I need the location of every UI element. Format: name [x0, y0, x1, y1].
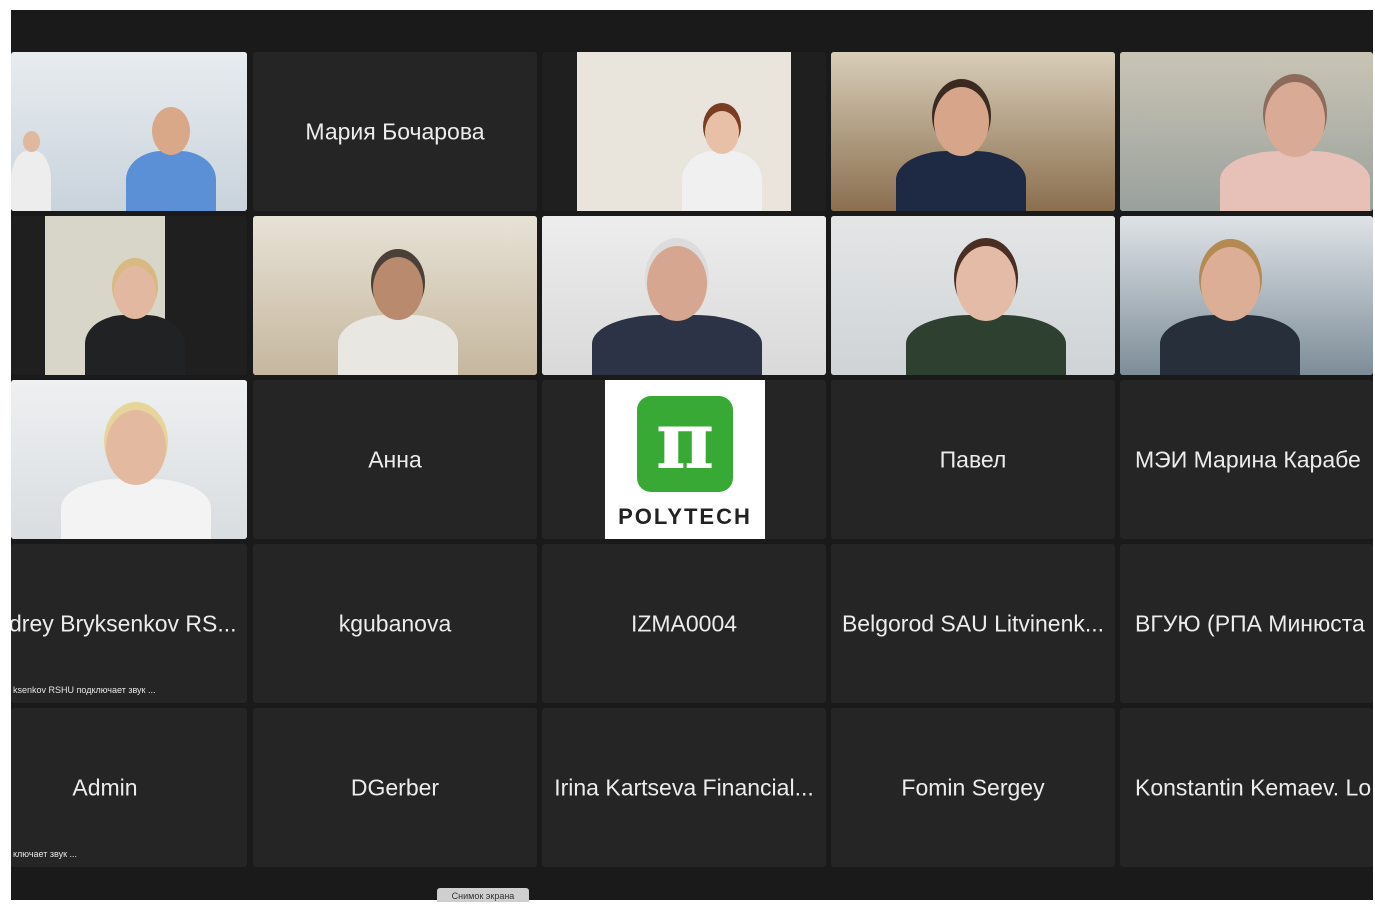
participant-tile-video[interactable]: [831, 216, 1115, 375]
participant-name: Павел: [939, 446, 1007, 472]
participant-tile[interactable]: ВГУЮ (РПА Минюста: [1120, 544, 1373, 703]
participant-name: Fomin Sergey: [901, 774, 1045, 800]
participant-head: [106, 410, 166, 485]
participant-tile-video[interactable]: [542, 52, 826, 211]
participant-tile[interactable]: Анна: [253, 380, 537, 539]
participant-tile[interactable]: Belgorod SAU Litvinenk...: [831, 544, 1115, 703]
participant-tile[interactable]: Admin ключает звук ...: [11, 708, 247, 867]
participant-tile[interactable]: Irina Kartseva Financial...: [542, 708, 826, 867]
polytech-logo: π POLYTECH: [605, 380, 765, 539]
participant-head: [152, 107, 190, 155]
participant-name: ВГУЮ (РПА Минюста: [1135, 610, 1365, 636]
participant-name: Belgorod SAU Litvinenk...: [841, 610, 1105, 636]
participant-tile[interactable]: Мария Бочарова: [253, 52, 537, 211]
participant-figure: [896, 151, 1026, 211]
video-feed: [831, 52, 1115, 211]
video-feed: [45, 216, 185, 375]
video-feed: [253, 216, 537, 375]
participant-tile[interactable]: DGerber: [253, 708, 537, 867]
participant-figure: [61, 479, 211, 539]
participant-head: [1201, 247, 1260, 321]
participant-name: МЭИ Марина Карабе: [1135, 446, 1361, 472]
participant-head: [647, 246, 707, 321]
participant-tile-video[interactable]: [831, 52, 1115, 211]
participant-name: Мария Бочарова: [305, 118, 485, 144]
audio-status-label: ключает звук ...: [13, 849, 78, 859]
participant-name: kgubanova: [338, 610, 452, 636]
participant-tile-video[interactable]: [11, 216, 247, 375]
participant-name: Irina Kartseva Financial...: [554, 774, 814, 800]
participant-figure: [11, 151, 51, 211]
participant-head: [23, 131, 40, 152]
audio-status-label: ksenkov RSHU подключает звук ...: [13, 685, 156, 695]
pi-symbol: π: [655, 393, 715, 487]
participant-head: [934, 87, 989, 156]
participant-head: [956, 246, 1016, 321]
participant-grid: Мария Бочарова Анна π POLYTECH Павел МЭИ Мари…: [11, 52, 1373, 872]
meeting-window: Мария Бочарова Анна π POLYTECH Павел МЭИ Мари…: [11, 10, 1373, 900]
participant-head: [373, 257, 423, 320]
video-feed: [1120, 216, 1373, 375]
participant-tile-video[interactable]: [253, 216, 537, 375]
participant-figure: [592, 315, 762, 375]
participant-tile[interactable]: Konstantin Kemaev. Lo: [1120, 708, 1373, 867]
participant-name: drey Bryksenkov RS...: [11, 610, 237, 636]
polytech-logo-text: POLYTECH: [618, 504, 752, 529]
top-bar: [11, 10, 1373, 50]
participant-figure: [682, 151, 762, 211]
participant-tile-video[interactable]: [11, 52, 247, 211]
participant-name: DGerber: [350, 774, 440, 800]
participant-figure: [1220, 151, 1370, 211]
polytech-logo-mark: π: [637, 396, 733, 492]
participant-tile-video[interactable]: [542, 216, 826, 375]
screenshot-tooltip: Снимок экрана: [437, 888, 529, 902]
participant-figure: [906, 315, 1066, 375]
video-feed: [11, 52, 247, 211]
participant-tile[interactable]: IZMA0004: [542, 544, 826, 703]
participant-tile[interactable]: Павел: [831, 380, 1115, 539]
participant-head: [705, 111, 739, 154]
participant-tile[interactable]: Fomin Sergey: [831, 708, 1115, 867]
participant-name: Konstantin Kemaev. Lo: [1135, 774, 1372, 800]
participant-tile-logo[interactable]: π POLYTECH: [542, 380, 826, 539]
participant-tile[interactable]: drey Bryksenkov RS... ksenkov RSHU подклю…: [11, 544, 247, 703]
participant-figure: [85, 315, 185, 375]
participant-figure: [126, 151, 216, 211]
participant-figure: [338, 315, 458, 375]
video-feed: [542, 216, 826, 375]
video-feed: [831, 216, 1115, 375]
participant-head: [114, 266, 156, 319]
bottom-bar: [11, 872, 1373, 900]
participant-tile[interactable]: МЭИ Марина Карабе: [1120, 380, 1373, 539]
participant-name: IZMA0004: [630, 610, 738, 636]
participant-figure: [1160, 315, 1300, 375]
participant-name: Анна: [368, 446, 422, 472]
participant-name: Admin: [72, 774, 138, 800]
participant-tile-video[interactable]: [1120, 216, 1373, 375]
video-feed: [1120, 52, 1373, 211]
participant-tile-video[interactable]: [1120, 52, 1373, 211]
video-feed: [577, 52, 791, 211]
participant-tile-video[interactable]: [11, 380, 247, 539]
video-feed: [11, 380, 247, 539]
participant-head: [1265, 82, 1325, 157]
participant-tile[interactable]: kgubanova: [253, 544, 537, 703]
